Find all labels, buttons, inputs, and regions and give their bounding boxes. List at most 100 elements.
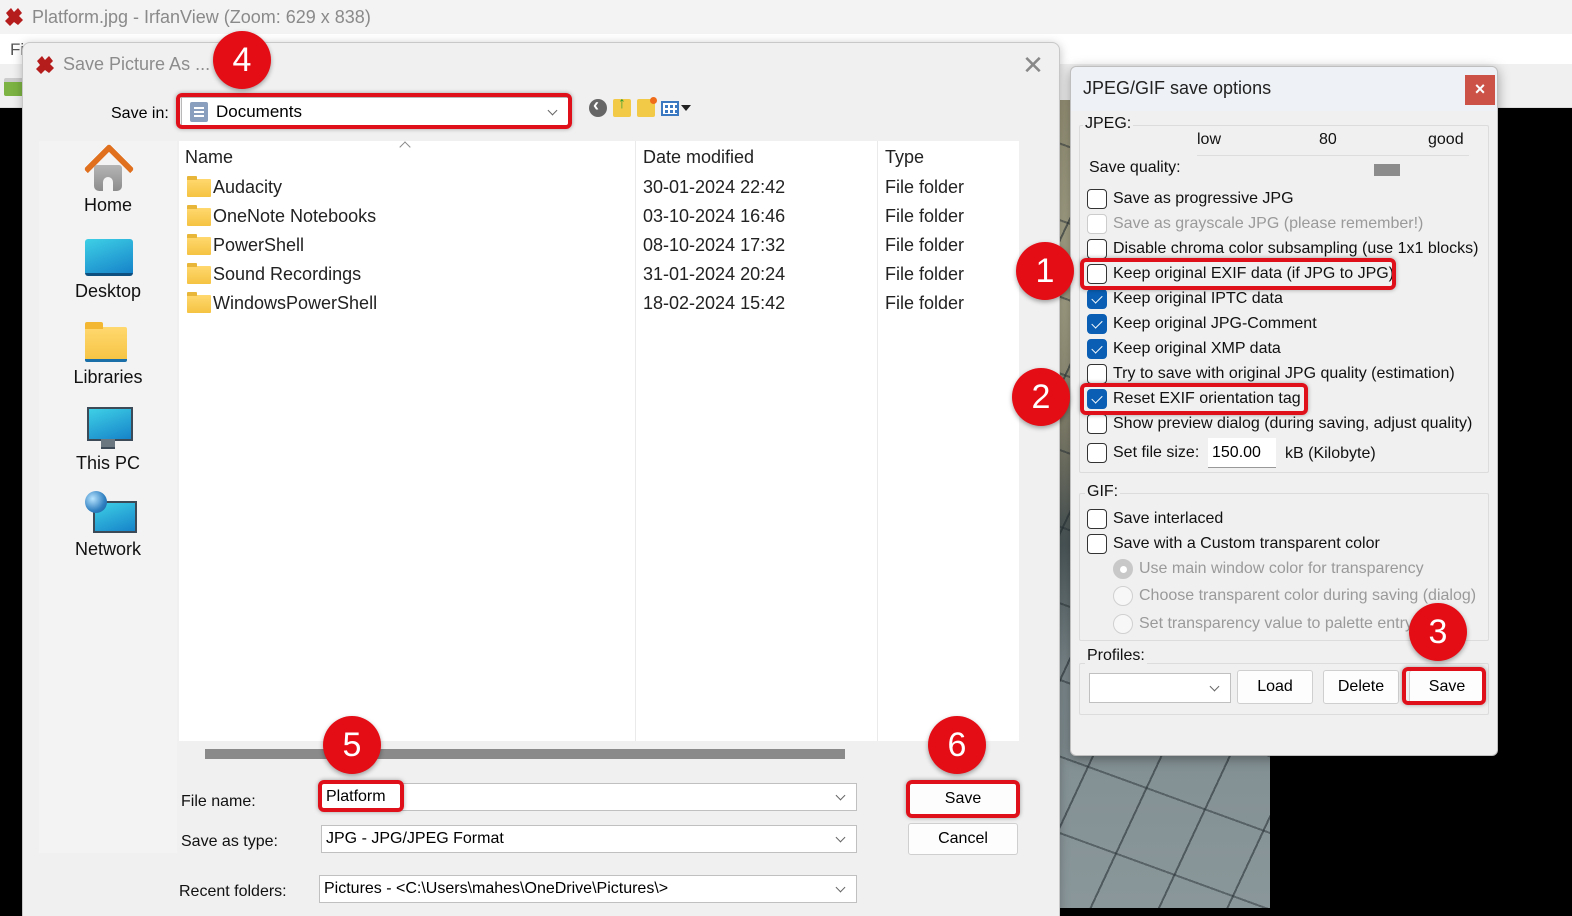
dialog-titlebar[interactable]: Save Picture As ... ✕ (23, 43, 1059, 87)
file-type: File folder (885, 264, 965, 284)
place-desktop[interactable]: Desktop (39, 233, 177, 302)
view-dropdown-arrow-icon[interactable] (681, 105, 691, 111)
chevron-down-icon[interactable] (836, 792, 846, 802)
checkbox[interactable] (1087, 189, 1107, 209)
checkbox[interactable] (1087, 414, 1107, 434)
column-header-date[interactable]: Date modified (643, 147, 754, 168)
chevron-down-icon (836, 834, 846, 844)
jpeg-option-label: Disable chroma color subsampling (use 1x… (1113, 240, 1479, 257)
place-home[interactable]: Home (39, 147, 177, 216)
checkbox[interactable] (1087, 443, 1107, 463)
file-row[interactable]: OneNote Notebooks 03-10-2024 16:46 File … (179, 202, 1019, 231)
quality-low-label: low (1197, 131, 1222, 148)
close-icon[interactable]: ✕ (1019, 51, 1047, 79)
open-folder-icon[interactable] (4, 78, 24, 96)
gif-option-checkbox[interactable]: Save interlaced (1087, 507, 1223, 531)
set-file-size-checkbox[interactable]: Set file size: (1087, 441, 1199, 465)
load-profile-button[interactable]: Load (1237, 670, 1313, 704)
file-type: File folder (885, 293, 965, 313)
file-name-input[interactable]: Platform (321, 783, 857, 811)
new-folder-icon[interactable] (637, 97, 657, 117)
place-libraries[interactable]: Libraries (39, 319, 177, 388)
checkbox-checked[interactable] (1087, 389, 1107, 409)
file-row[interactable]: Sound Recordings 31-01-2024 20:24 File f… (179, 260, 1019, 289)
irfanview-logo-icon (5, 8, 23, 26)
save-quality-label: Save quality: (1089, 159, 1181, 176)
options-titlebar[interactable]: JPEG/GIF save options × (1071, 67, 1497, 111)
file-size-input[interactable] (1208, 438, 1276, 468)
checkbox[interactable] (1087, 239, 1107, 259)
checkbox-checked[interactable] (1087, 314, 1107, 334)
jpeg-option-label: Save as grayscale JPG (please remember!) (1113, 215, 1424, 232)
radio-selected (1113, 559, 1133, 579)
file-name: Audacity (213, 177, 283, 197)
jpeg-option-checkbox[interactable]: Keep original XMP data (1087, 337, 1281, 361)
jpeg-option-label: Keep original XMP data (1113, 340, 1281, 357)
place-this-pc[interactable]: This PC (39, 405, 177, 474)
file-row[interactable]: Audacity 30-01-2024 22:42 File folder (179, 173, 1019, 202)
gif-option-checkbox[interactable]: Save with a Custom transparent color (1087, 532, 1380, 556)
file-row[interactable]: PowerShell 08-10-2024 17:32 File folder (179, 231, 1019, 260)
checkbox[interactable] (1087, 364, 1107, 384)
file-name-value[interactable]: Platform (322, 788, 836, 806)
save-as-type-value: JPG - JPG/JPEG Format (326, 830, 504, 847)
jpeg-option-checkbox[interactable]: Save as progressive JPG (1087, 187, 1294, 211)
jpeg-option-checkbox[interactable]: Keep original EXIF data (if JPG to JPG) (1087, 262, 1394, 286)
file-name-label: File name: (181, 793, 256, 810)
folder-icon (187, 263, 211, 284)
up-folder-icon[interactable] (613, 95, 631, 117)
jpeg-option-checkbox[interactable]: Try to save with original JPG quality (e… (1087, 362, 1455, 386)
jpeg-option-label: Reset EXIF orientation tag (1113, 390, 1301, 407)
irfanview-logo-icon (36, 56, 54, 74)
quality-slider-thumb[interactable] (1373, 164, 1400, 176)
folder-icon (187, 234, 211, 255)
column-header-name[interactable]: Name (185, 147, 233, 168)
checkbox[interactable] (1087, 509, 1107, 529)
place-label: This PC (75, 453, 140, 473)
save-in-value: Documents (216, 102, 302, 121)
place-label: Network (74, 539, 141, 559)
save-as-type-dropdown[interactable]: JPG - JPG/JPEG Format (321, 825, 857, 853)
file-type: File folder (885, 235, 965, 255)
quality-good-label: good (1428, 131, 1464, 148)
app-titlebar: Platform.jpg - IrfanView (Zoom: 629 x 83… (0, 0, 1572, 34)
jpeg-option-checkbox[interactable]: Show preview dialog (during saving, adju… (1087, 412, 1472, 436)
recent-folders-dropdown[interactable]: Pictures - <C:\Users\mahes\OneDrive\Pict… (319, 875, 857, 903)
quality-slider-track[interactable] (1197, 155, 1469, 156)
jpeg-option-checkbox[interactable]: Reset EXIF orientation tag (1087, 387, 1301, 411)
file-date: 03-10-2024 16:46 (643, 206, 786, 226)
checkbox[interactable] (1087, 534, 1107, 554)
dialog-title: Save Picture As ... (63, 54, 211, 74)
folder-icon (187, 205, 211, 226)
transparency-radio-label: Set transparency value to palette entry: (1139, 615, 1418, 632)
profiles-dropdown[interactable] (1089, 673, 1231, 703)
horizontal-scrollbar[interactable] (205, 749, 845, 759)
file-size-unit: kB (Kilobyte) (1285, 445, 1376, 462)
save-button[interactable]: Save (909, 783, 1017, 815)
save-picture-dialog: Save Picture As ... ✕ Save in: Documents… (22, 42, 1060, 916)
save-in-dropdown[interactable]: Documents (181, 97, 569, 127)
view-menu-icon[interactable] (661, 100, 679, 116)
jpeg-option-checkbox[interactable]: Disable chroma color subsampling (use 1x… (1087, 237, 1479, 261)
folder-icon (187, 176, 211, 197)
jpeg-option-checkbox[interactable]: Keep original JPG-Comment (1087, 312, 1317, 336)
jpeg-option-checkbox[interactable]: Keep original IPTC data (1087, 287, 1283, 311)
column-header-type[interactable]: Type (885, 147, 924, 168)
file-date: 30-01-2024 22:42 (643, 177, 786, 197)
checkbox-checked[interactable] (1087, 289, 1107, 309)
back-icon[interactable] (589, 95, 607, 117)
save-profile-button[interactable]: Save (1409, 670, 1485, 704)
radio (1113, 614, 1133, 634)
place-label: Libraries (73, 367, 143, 387)
chevron-down-icon (836, 884, 846, 894)
cancel-button[interactable]: Cancel (908, 823, 1018, 855)
delete-profile-button[interactable]: Delete (1323, 670, 1399, 704)
file-row[interactable]: WindowsPowerShell 18-02-2024 15:42 File … (179, 289, 1019, 318)
checkbox-checked[interactable] (1087, 339, 1107, 359)
desktop-icon (83, 233, 133, 279)
jpeg-option-label: Try to save with original JPG quality (e… (1113, 365, 1455, 382)
close-icon[interactable]: × (1465, 75, 1495, 105)
place-network[interactable]: Network (39, 491, 177, 560)
recent-folders-value: Pictures - <C:\Users\mahes\OneDrive\Pict… (324, 880, 669, 897)
checkbox[interactable] (1087, 264, 1107, 284)
